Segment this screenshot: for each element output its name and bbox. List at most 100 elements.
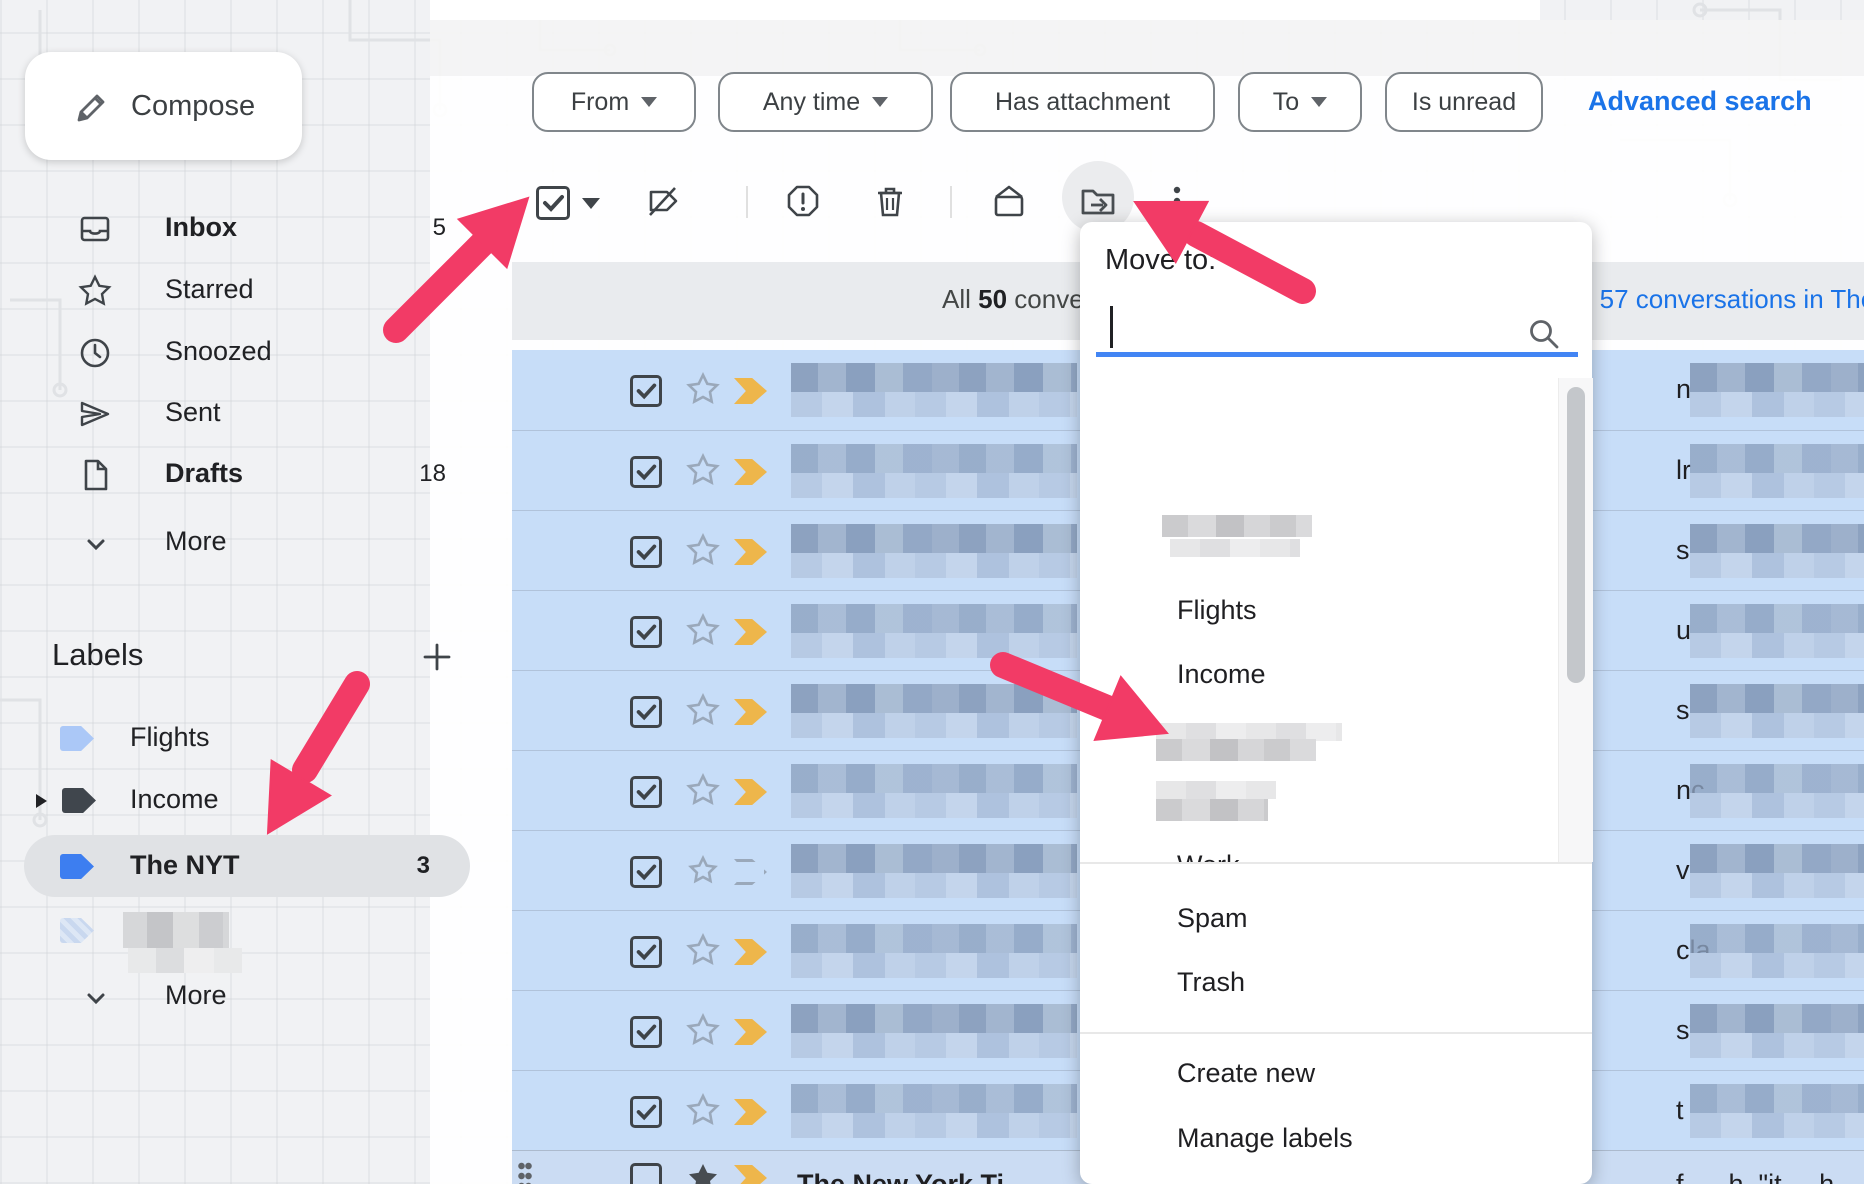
importance-marker-icon[interactable] [734,619,767,645]
row-checkbox[interactable] [630,375,662,407]
gmail-screenshot: From Any time Has attachment To Is unrea… [0,0,1864,1184]
redacted-snippet [1690,473,1864,498]
sidebar-item-count: 18 [419,460,446,488]
filter-chip-to[interactable]: To [1238,72,1362,132]
chevron-down-icon [641,97,657,107]
sidebar-item-more[interactable]: More [0,512,470,572]
redacted-snippet [1690,1113,1864,1138]
menu-item-income[interactable]: Income [1177,659,1266,703]
redacted-menu-item[interactable] [1156,781,1276,799]
expand-arrow-icon[interactable] [36,794,47,808]
check-icon [633,378,659,404]
row-checkbox[interactable] [630,536,662,568]
importance-marker-icon[interactable] [734,378,767,404]
star-icon[interactable] [686,533,720,567]
sidebar-item-sent[interactable]: Sent [0,383,470,443]
chevron-down-icon [82,530,110,558]
inbox-icon [78,212,112,246]
filter-chip-from[interactable]: From [532,72,696,132]
scrollbar-thumb[interactable] [1567,387,1585,683]
sidebar-item-starred[interactable]: Starred [0,260,470,320]
sender-name: The New York Ti [797,1169,1004,1184]
star-icon[interactable] [686,773,720,807]
sidebar-item-inbox[interactable]: Inbox 5 [0,198,470,258]
row-checkbox[interactable] [630,1016,662,1048]
row-checkbox[interactable] [630,696,662,728]
star-icon[interactable] [686,1161,720,1184]
redacted-menu-item[interactable] [1162,515,1312,537]
star-icon[interactable] [686,453,720,487]
row-checkbox[interactable] [630,856,662,888]
label-tag-icon [62,788,96,813]
text-cursor [1110,306,1113,348]
menu-item-create-new[interactable]: Create new [1177,1058,1315,1102]
redacted-snippet [791,392,1077,417]
importance-marker-icon[interactable] [734,1099,767,1125]
more-options-icon[interactable] [1158,182,1196,220]
drag-handle-icon[interactable] [518,1161,532,1184]
select-dropdown-caret[interactable] [582,198,600,209]
star-icon[interactable] [686,1093,720,1127]
menu-item-trash[interactable]: Trash [1177,967,1245,1011]
clock-icon [78,336,112,370]
importance-marker-icon[interactable] [734,1019,767,1045]
remove-label-icon[interactable] [644,182,682,220]
row-checkbox[interactable] [630,616,662,648]
top-white-strip [430,0,1540,20]
redacted-snippet [1690,793,1864,818]
sidebar-label-the-nyt[interactable]: The NYT 3 [0,836,470,896]
redacted-snippet [791,713,1077,738]
select-all-checkbox[interactable] [536,186,570,220]
redacted-sender [791,444,1077,473]
redacted-subject [1690,363,1864,392]
compose-button[interactable]: Compose [25,52,302,160]
importance-marker-icon[interactable] [734,779,767,805]
row-checkbox[interactable] [630,1163,662,1184]
redacted-subject [1690,1084,1864,1113]
advanced-search-link[interactable]: Advanced search [1588,86,1812,117]
importance-marker-icon[interactable] [734,699,767,725]
report-spam-icon[interactable] [784,182,822,220]
filter-chip-is-unread[interactable]: Is unread [1385,72,1543,132]
redacted-sender [791,363,1077,392]
sidebar-item-drafts[interactable]: Drafts 18 [0,444,470,504]
filter-chip-has-attachment[interactable]: Has attachment [950,72,1215,132]
importance-marker-icon[interactable] [734,859,767,885]
row-checkbox[interactable] [630,776,662,808]
move-to-search-input[interactable] [1096,302,1566,352]
sidebar-label-income[interactable]: Income [0,770,470,830]
star-icon[interactable] [686,1013,720,1047]
sidebar-labels-more[interactable]: More [0,966,470,1026]
move-to-icon[interactable] [1079,182,1117,220]
redacted-snippet [1690,873,1864,898]
importance-marker-icon[interactable] [734,1165,767,1184]
star-icon[interactable] [686,933,720,967]
menu-item-spam[interactable]: Spam [1177,903,1248,947]
menu-item-flights[interactable]: Flights [1177,595,1257,639]
sidebar-item-label: Starred [165,274,254,305]
move-to-label-list: Flights Income Work Work/Work Email Soci… [1080,355,1592,862]
filter-chip-any-time[interactable]: Any time [718,72,933,132]
sidebar-label-flights[interactable]: Flights [0,708,470,768]
star-icon[interactable] [686,613,720,647]
redacted-subject [1690,844,1864,873]
redacted-snippet [1690,953,1864,978]
star-icon[interactable] [686,853,720,887]
row-checkbox[interactable] [630,456,662,488]
redacted-subject [1690,1004,1864,1033]
star-icon[interactable] [686,372,720,406]
importance-marker-icon[interactable] [734,459,767,485]
row-checkbox[interactable] [630,936,662,968]
sidebar-item-snoozed[interactable]: Snoozed [0,322,470,382]
star-icon[interactable] [686,693,720,727]
mark-unread-icon[interactable] [990,182,1028,220]
importance-marker-icon[interactable] [734,539,767,565]
delete-icon[interactable] [871,182,909,220]
redacted-sender [791,924,1077,953]
row-checkbox[interactable] [630,1096,662,1128]
chip-label: To [1273,88,1299,117]
importance-marker-icon[interactable] [734,939,767,965]
menu-item-manage-labels[interactable]: Manage labels [1177,1123,1353,1167]
add-label-icon[interactable] [420,640,454,674]
menu-item-work[interactable]: Work [1177,850,1240,862]
